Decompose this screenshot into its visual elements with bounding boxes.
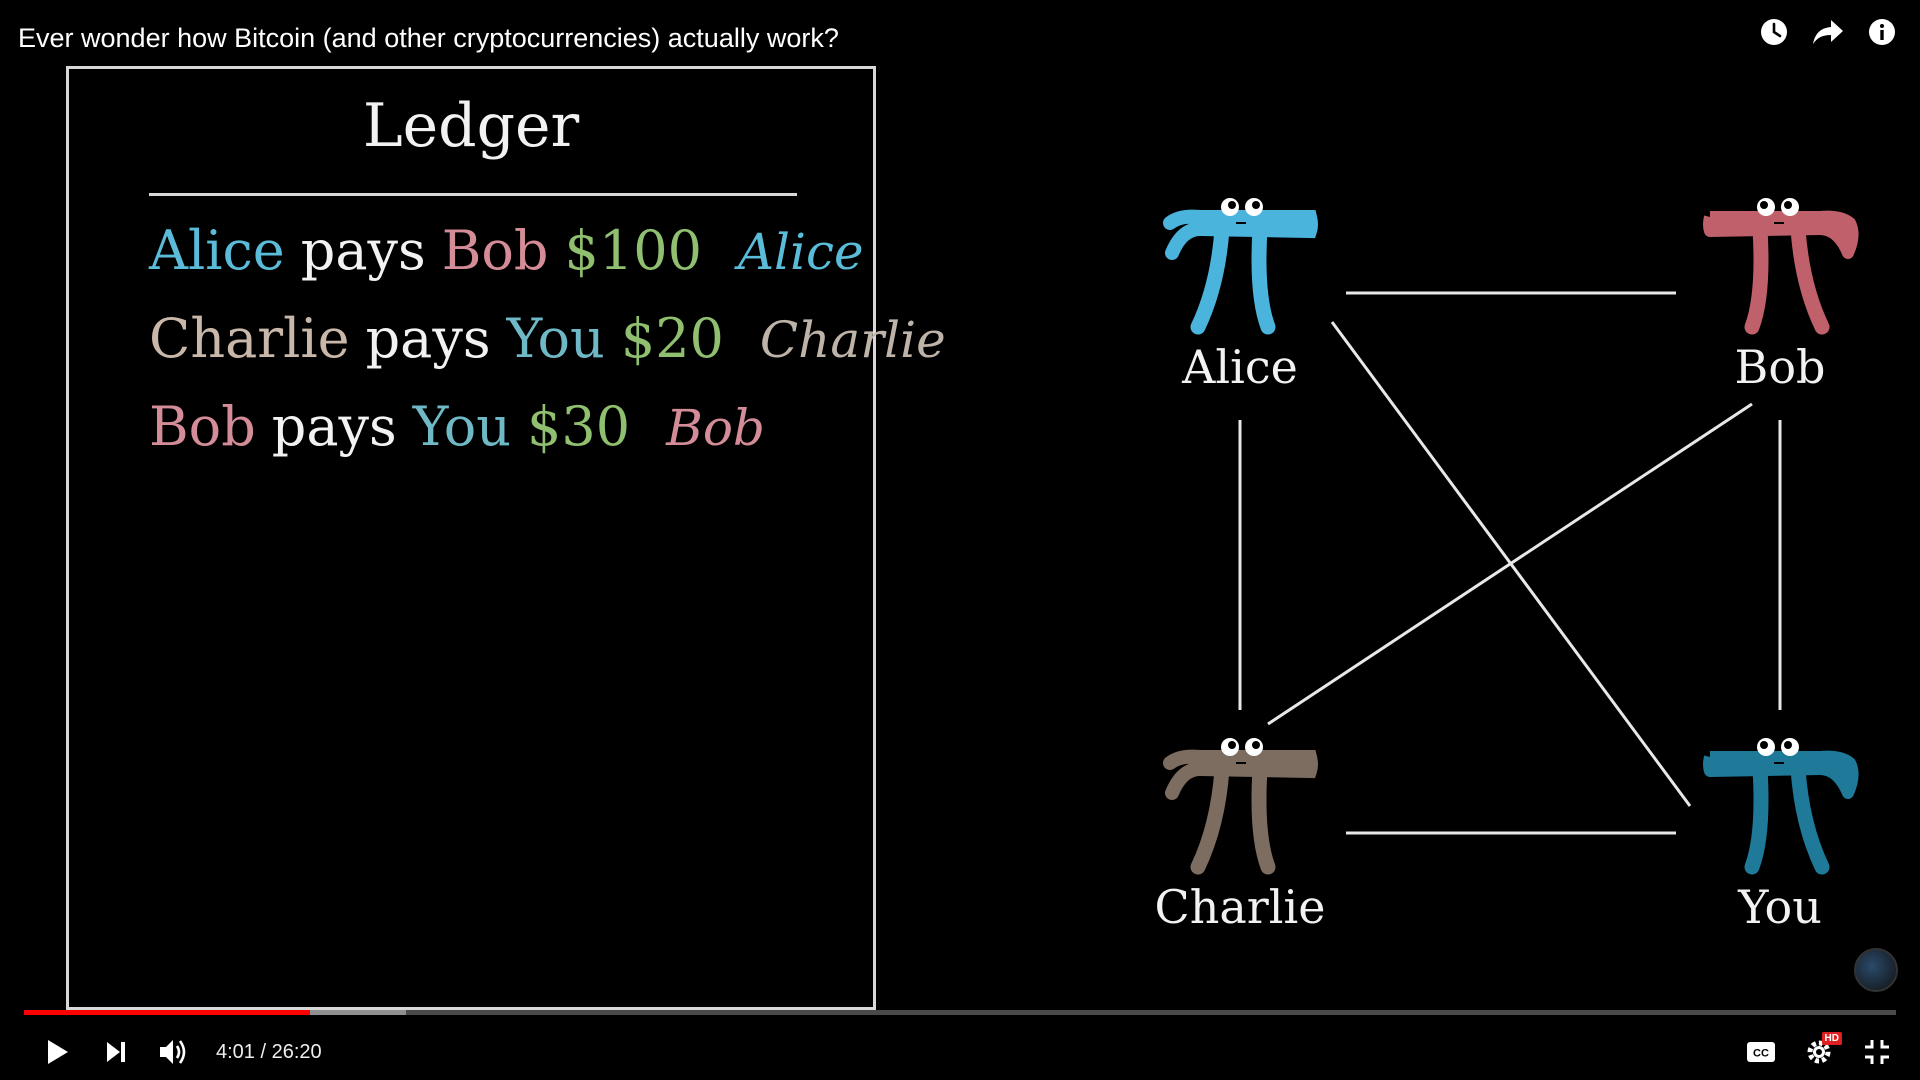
pi-creature-alice [1163, 198, 1318, 335]
volume-icon [160, 1040, 186, 1064]
volume-button[interactable] [158, 1036, 190, 1068]
play-button[interactable] [42, 1036, 74, 1068]
pi-creature-charlie [1163, 738, 1318, 875]
next-button[interactable] [100, 1036, 132, 1068]
svg-text:CC: CC [1753, 1048, 1769, 1060]
player-controls: 4:01 / 26:20 CC HD [0, 1000, 1920, 1080]
channel-watermark[interactable] [1854, 948, 1898, 992]
exit-fullscreen-icon [1865, 1040, 1889, 1064]
skip-next-icon [107, 1042, 125, 1062]
time-display: 4:01 / 26:20 [216, 1040, 322, 1063]
video-player[interactable]: Ever wonder how Bitcoin (and other crypt… [0, 0, 1920, 1080]
network-diagram [1163, 198, 1859, 875]
play-icon [48, 1040, 68, 1064]
hd-badge: HD [1821, 1032, 1842, 1045]
edge-bob-charlie [1267, 402, 1753, 726]
node-label-charlie: Charlie [1154, 880, 1326, 934]
settings-button[interactable]: HD [1802, 1032, 1842, 1068]
captions-button[interactable]: CC [1744, 1036, 1778, 1068]
progress-played [24, 1010, 311, 1015]
pi-creature-bob [1703, 198, 1859, 335]
pi-creature-you [1703, 738, 1859, 875]
node-label-bob: Bob [1734, 340, 1826, 394]
node-label-alice: Alice [1182, 340, 1298, 394]
progress-bar[interactable] [24, 1010, 1896, 1015]
captions-icon: CC [1747, 1042, 1775, 1062]
node-label-you: You [1738, 880, 1822, 934]
exit-fullscreen-button[interactable] [1860, 1036, 1894, 1068]
